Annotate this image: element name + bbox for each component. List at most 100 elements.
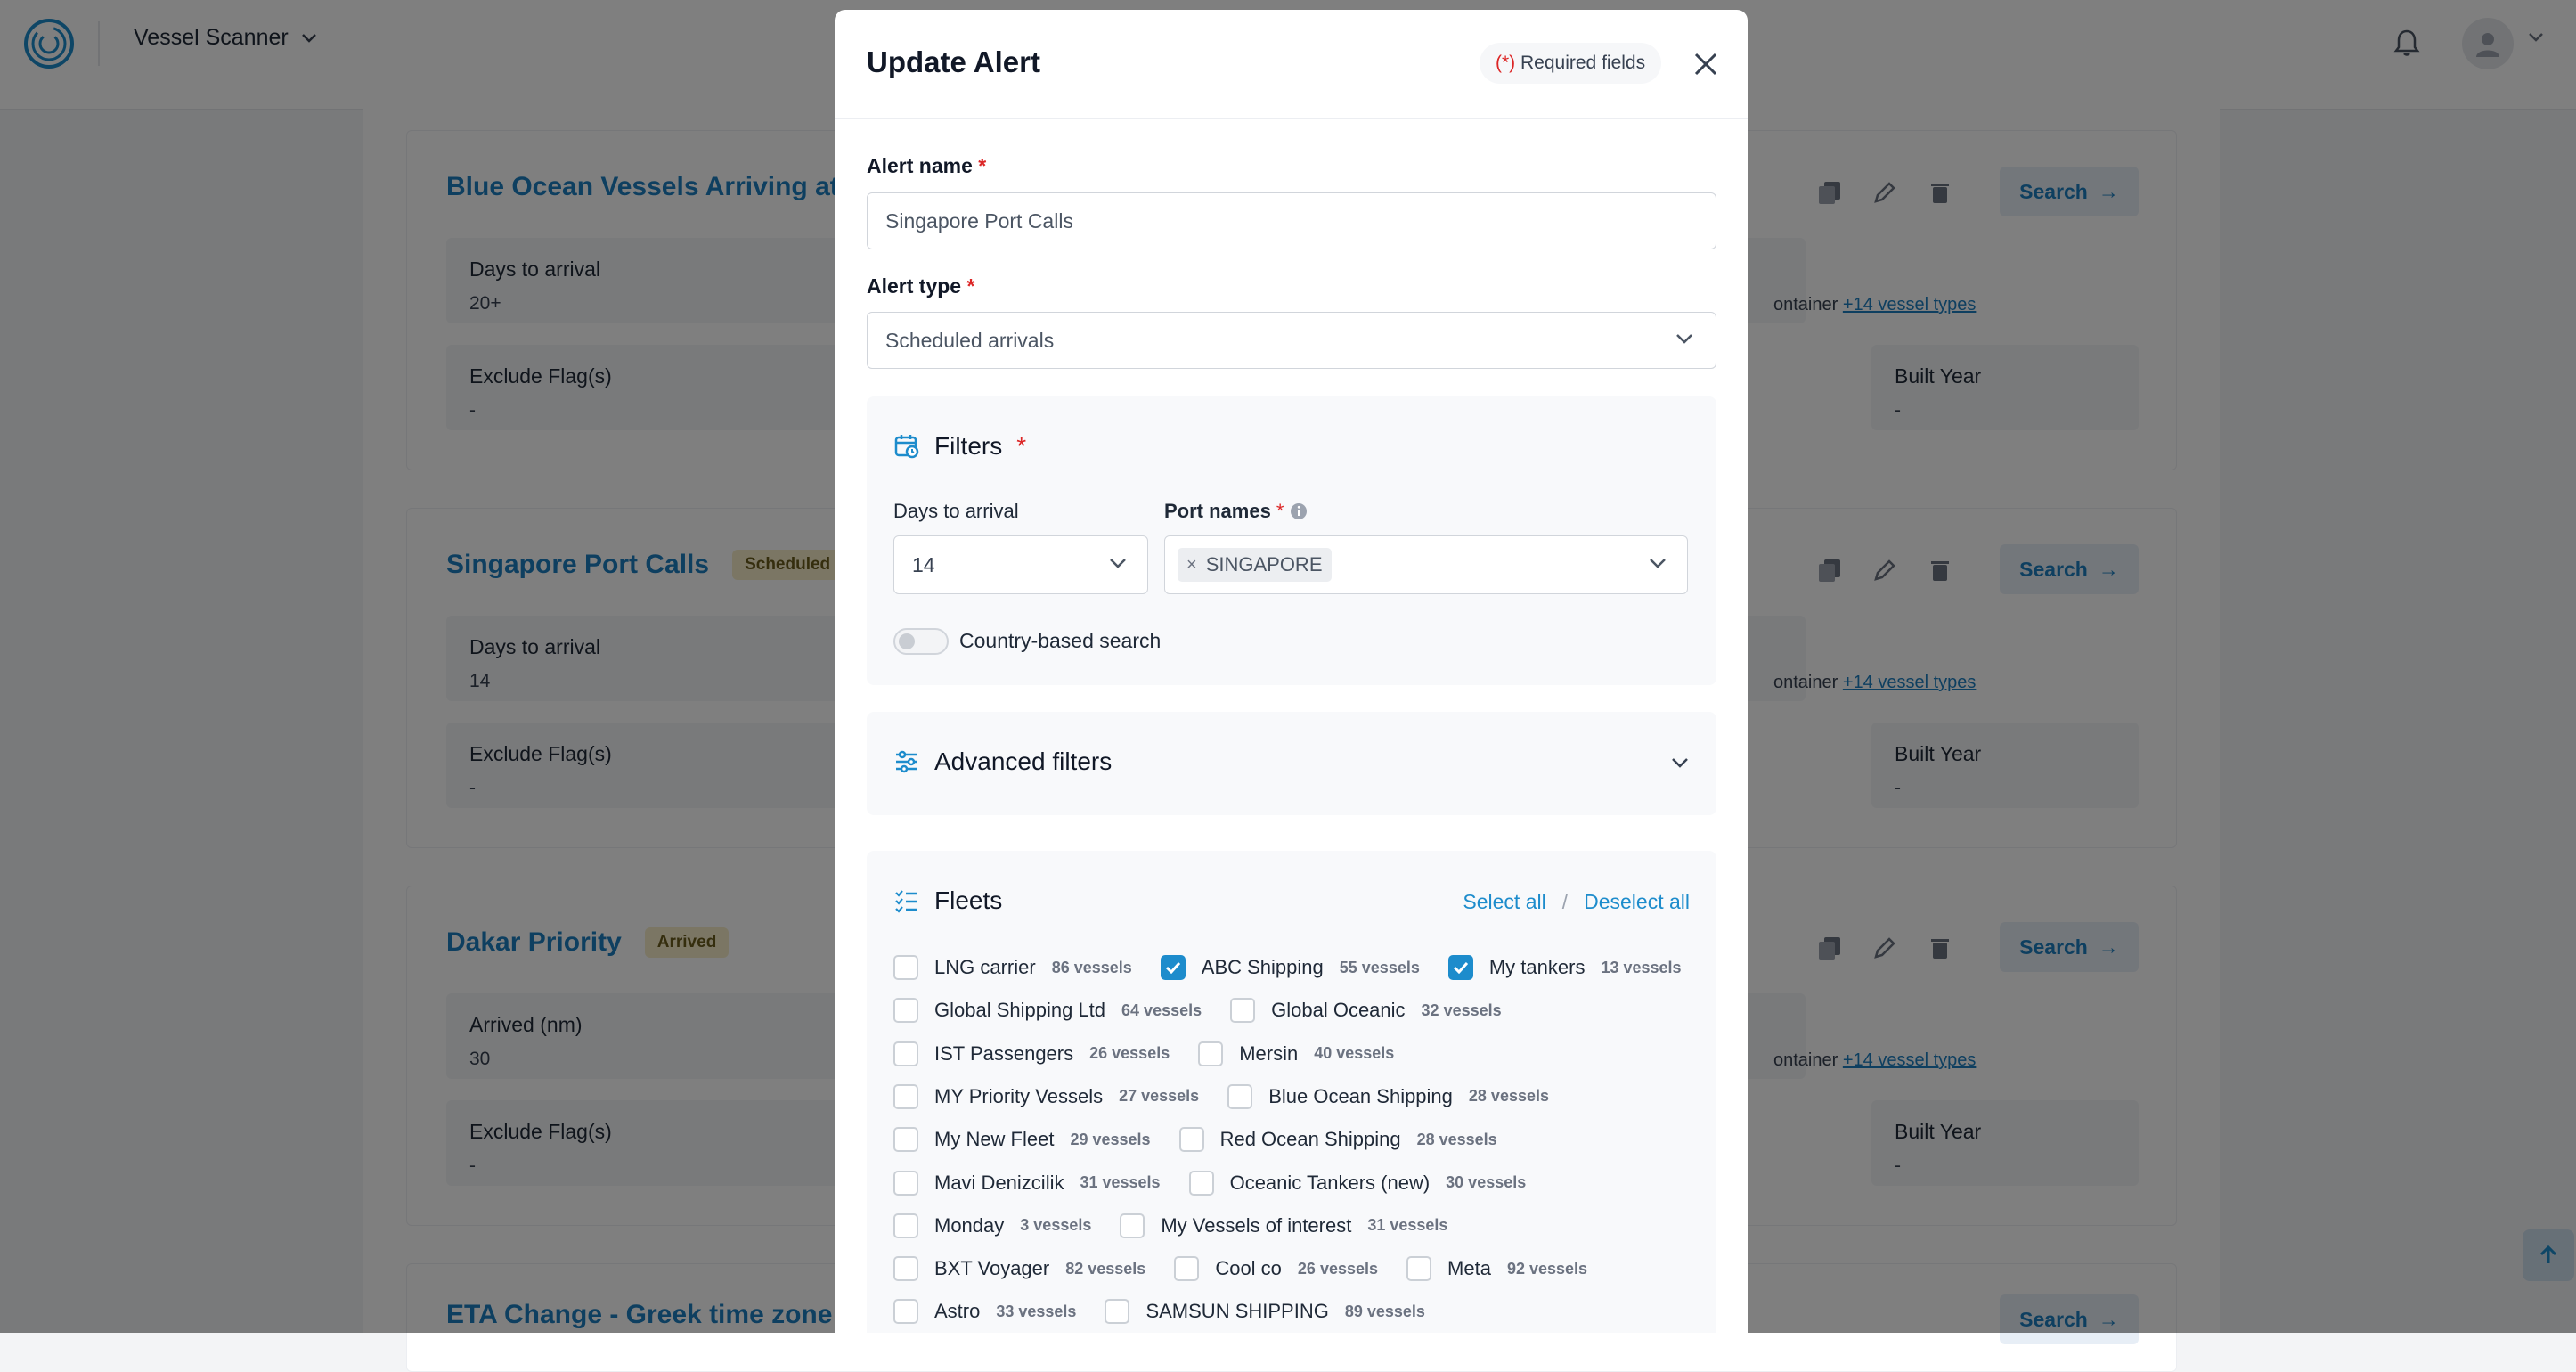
fleet-checkbox[interactable] — [893, 1299, 918, 1325]
fleet-checkbox[interactable] — [1174, 1256, 1200, 1282]
filters-heading: Filters * — [893, 432, 1026, 461]
chevron-down-icon — [1650, 559, 1666, 568]
fleet-item[interactable]: MY Priority Vessels 27 vessels — [893, 1083, 1199, 1109]
days-to-arrival-select[interactable]: 14 — [893, 535, 1148, 594]
chevron-down-icon — [1110, 559, 1126, 568]
fleet-name: Red Ocean Shipping — [1219, 1128, 1401, 1151]
checklist-icon — [895, 890, 917, 913]
fleet-vessel-count: 26 vessels — [1297, 1259, 1379, 1278]
fleet-checkbox[interactable] — [1406, 1256, 1432, 1282]
deselect-all-link[interactable]: Deselect all — [1584, 890, 1690, 914]
modal-title: Update Alert — [867, 45, 1040, 78]
update-alert-modal: Update Alert (*) Required fields Alert n… — [835, 10, 1748, 1333]
fleet-vessel-count: 26 vessels — [1089, 1044, 1170, 1063]
fleet-row: IST Passengers 26 vessels Mersin 40 vessels — [893, 1041, 1423, 1067]
alert-name-input[interactable]: Singapore Port Calls — [867, 192, 1716, 249]
fleet-item[interactable]: ABC Shipping 55 vessels — [1160, 955, 1420, 980]
fleet-item[interactable]: Mersin 40 vessels — [1198, 1041, 1394, 1066]
days-to-arrival-label: Days to arrival — [893, 500, 1019, 522]
port-names-label: Port names * — [1164, 500, 1308, 523]
fleet-name: Blue Ocean Shipping — [1268, 1084, 1453, 1107]
fleet-checkbox[interactable] — [893, 1041, 918, 1066]
fleet-checkbox[interactable] — [1227, 1083, 1253, 1109]
fleet-name: LNG carrier — [934, 956, 1036, 978]
fleet-name: IST Passengers — [934, 1041, 1074, 1065]
fleet-name: SAMSUN SHIPPING — [1145, 1300, 1329, 1323]
fleet-name: My tankers — [1488, 956, 1586, 978]
checkmark-icon — [1165, 961, 1180, 974]
remove-tag-icon[interactable]: × — [1186, 555, 1197, 576]
fleet-item[interactable]: Oceanic Tankers (new) 30 vessels — [1188, 1170, 1526, 1196]
fleet-checkbox[interactable] — [893, 955, 918, 980]
fleet-name: BXT Voyager — [934, 1257, 1050, 1280]
fleet-name: Meta — [1447, 1257, 1491, 1280]
fleet-name: Astro — [934, 1300, 981, 1323]
fleet-item[interactable]: My tankers 13 vessels — [1447, 955, 1682, 980]
fleet-item[interactable]: Meta 92 vessels — [1406, 1256, 1587, 1282]
fleet-vessel-count: 55 vessels — [1339, 958, 1420, 976]
chevron-down-icon[interactable] — [1670, 756, 1690, 769]
fleet-checkbox[interactable] — [1447, 955, 1473, 980]
info-icon[interactable] — [1289, 502, 1308, 521]
fleet-checkbox[interactable] — [893, 1170, 918, 1196]
fleet-item[interactable]: Astro 33 vessels — [893, 1299, 1077, 1325]
fleet-item[interactable]: Blue Ocean Shipping 28 vessels — [1227, 1083, 1549, 1109]
fleet-name: Mersin — [1239, 1041, 1299, 1065]
alert-type-select[interactable]: Scheduled arrivals — [867, 312, 1716, 369]
fleet-item[interactable]: LNG carrier 86 vessels — [893, 955, 1132, 980]
country-based-search-toggle[interactable] — [893, 628, 949, 655]
fleet-name: Global Shipping Ltd — [934, 999, 1106, 1022]
fleet-name: Monday — [934, 1213, 1005, 1237]
fleet-checkbox[interactable] — [1160, 955, 1186, 980]
fleet-item[interactable]: IST Passengers 26 vessels — [893, 1041, 1170, 1066]
fleet-checkbox[interactable] — [1105, 1299, 1130, 1325]
fleet-checkbox[interactable] — [893, 1213, 918, 1238]
country-based-search-label: Country-based search — [959, 629, 1162, 652]
fleet-item[interactable]: BXT Voyager 82 vessels — [893, 1256, 1146, 1282]
fleet-item[interactable]: My Vessels of interest 31 vessels — [1120, 1213, 1447, 1238]
fleet-name: ABC Shipping — [1201, 956, 1324, 978]
fleet-item[interactable]: Mavi Denizcilik 31 vessels — [893, 1170, 1161, 1196]
fleet-item[interactable]: Monday 3 vessels — [893, 1213, 1091, 1238]
select-all-link[interactable]: Select all — [1463, 890, 1545, 914]
close-icon[interactable] — [1692, 51, 1719, 78]
fleet-item[interactable]: My New Fleet 29 vessels — [893, 1127, 1151, 1153]
fleet-row: BXT Voyager 82 vessels Cool co 26 vessels Me… — [893, 1255, 1616, 1282]
modal-header: Update Alert (*) Required fields — [835, 10, 1748, 119]
fleet-item[interactable]: Global Shipping Ltd 64 vessels — [893, 998, 1202, 1024]
fleet-name: Cool co — [1215, 1257, 1282, 1280]
fleet-checkbox[interactable] — [1120, 1213, 1145, 1238]
fleet-row: My New Fleet 29 vessels Red Ocean Shipping… — [893, 1126, 1526, 1153]
fleet-vessel-count: 31 vessels — [1367, 1216, 1448, 1235]
fleet-checkbox[interactable] — [893, 1256, 918, 1282]
fleet-vessel-count: 33 vessels — [996, 1302, 1077, 1320]
alert-name-label: Alert name * — [867, 154, 987, 177]
fleet-vessel-count: 31 vessels — [1080, 1173, 1161, 1191]
port-names-select[interactable]: × SINGAPORE — [1164, 535, 1688, 594]
checkmark-icon — [1453, 961, 1468, 974]
fleet-row: Mavi Denizcilik 31 vessels Oceanic Tankers… — [893, 1170, 1554, 1196]
fleet-checkbox[interactable] — [1188, 1170, 1214, 1196]
advanced-filters-panel[interactable]: Advanced filters — [867, 712, 1716, 815]
fleet-selection-links: Select all / Deselect all — [1463, 890, 1690, 914]
fleet-item[interactable]: Global Oceanic 32 vessels — [1230, 998, 1502, 1024]
fleet-vessel-count: 82 vessels — [1065, 1259, 1146, 1278]
fleet-vessel-count: 28 vessels — [1468, 1087, 1549, 1106]
fleet-checkbox[interactable] — [893, 1127, 918, 1153]
fleet-name: Mavi Denizcilik — [934, 1171, 1064, 1194]
fleet-checkbox[interactable] — [1230, 998, 1256, 1024]
alert-type-label: Alert type * — [867, 274, 975, 298]
fleet-vessel-count: 13 vessels — [1601, 958, 1682, 976]
fleet-item[interactable]: Cool co 26 vessels — [1174, 1256, 1379, 1282]
fleet-row: LNG carrier 86 vessels ABC Shipping 55 vess… — [893, 954, 1710, 981]
fleet-checkbox[interactable] — [893, 1083, 918, 1109]
fleet-row: MY Priority Vessels 27 vessels Blue Ocean … — [893, 1083, 1577, 1110]
fleet-item[interactable]: Red Ocean Shipping 28 vessels — [1178, 1127, 1497, 1153]
fleet-name: MY Priority Vessels — [934, 1084, 1104, 1107]
fleet-item[interactable]: SAMSUN SHIPPING 89 vessels — [1105, 1299, 1425, 1325]
fleet-row: Astro 33 vessels SAMSUN SHIPPING 89 vessels — [893, 1298, 1454, 1325]
fleet-checkbox[interactable] — [1178, 1127, 1204, 1153]
sliders-icon — [896, 750, 917, 773]
fleet-checkbox[interactable] — [1198, 1041, 1224, 1066]
fleet-checkbox[interactable] — [893, 998, 918, 1024]
